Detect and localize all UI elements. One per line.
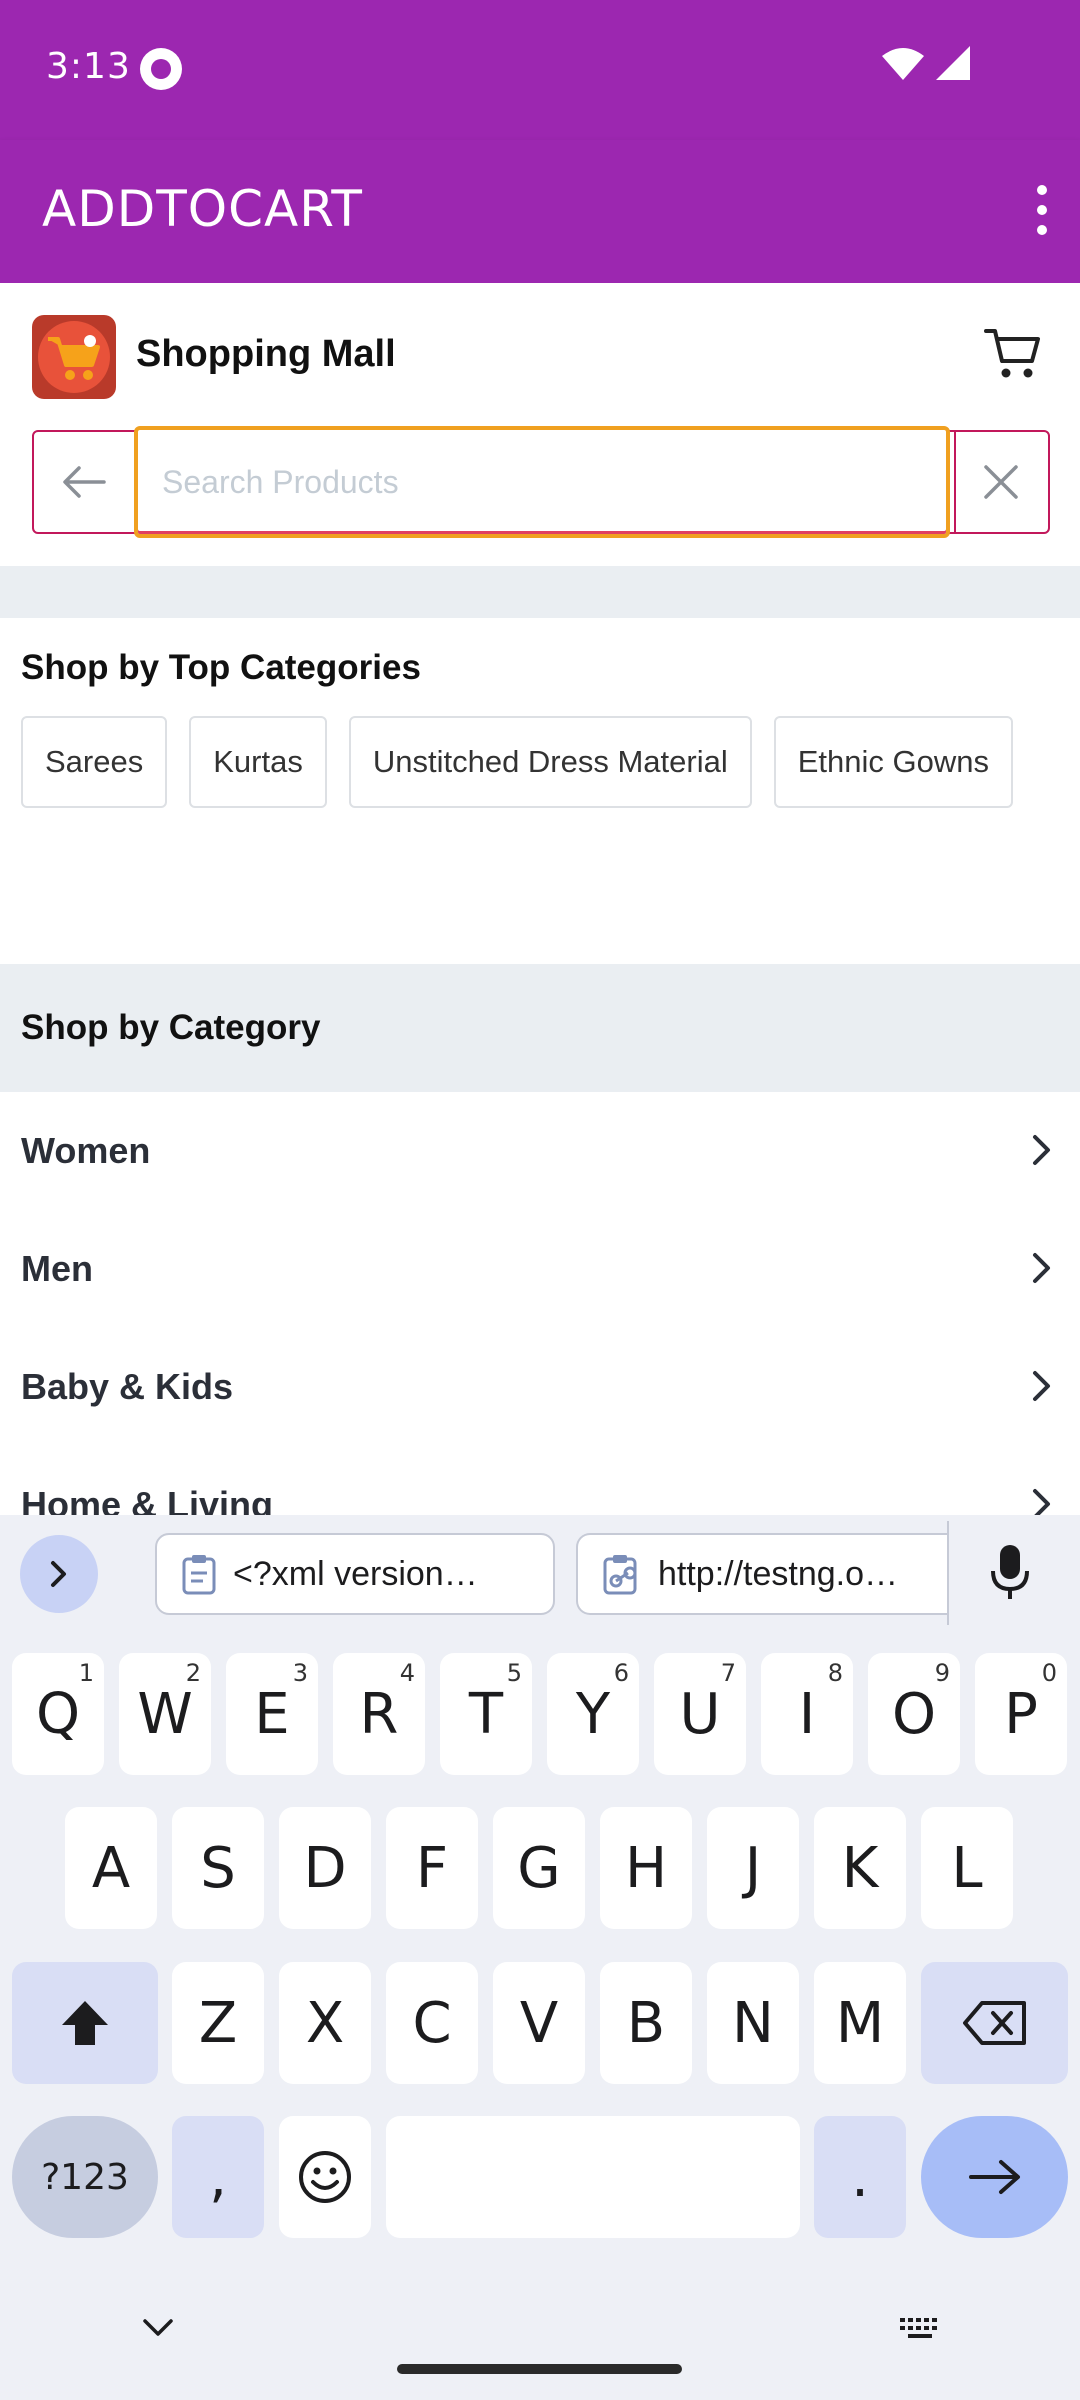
key-a[interactable]: A [65, 1807, 157, 1929]
enter-key[interactable] [921, 2116, 1068, 2238]
keyboard-suggestion-strip: <?xml version… http://testng.o… [0, 1515, 1080, 1631]
chip-unstitched-dress-material[interactable]: Unstitched Dress Material [348, 716, 752, 808]
top-categories-section: Shop by Top Categories Sarees Kurtas Uns… [0, 618, 1080, 964]
comma-key[interactable]: , [172, 2116, 264, 2238]
clipboard-icon [182, 1555, 216, 1595]
search-bar [32, 426, 1050, 538]
search-input[interactable] [134, 426, 950, 538]
chip-kurtas[interactable]: Kurtas [189, 716, 327, 808]
key-f[interactable]: F [386, 1807, 478, 1929]
key-i[interactable]: I8 [761, 1653, 853, 1775]
clipboard-suggestion[interactable]: http://testng.o… [576, 1533, 948, 1615]
chip-sarees[interactable]: Sarees [21, 716, 168, 808]
key-c[interactable]: C [386, 1962, 478, 2084]
key-x[interactable]: X [279, 1962, 371, 2084]
status-bar: 3:13 [0, 0, 1080, 140]
key-h[interactable]: H [600, 1807, 692, 1929]
key-d[interactable]: D [279, 1807, 371, 1929]
key-k[interactable]: K [814, 1807, 906, 1929]
section-divider [0, 566, 1080, 618]
close-icon[interactable] [954, 432, 1048, 532]
store-header: Shopping Mall [0, 283, 1080, 423]
chevron-right-icon [1033, 1135, 1050, 1165]
key-e[interactable]: E3 [226, 1653, 318, 1775]
top-categories-title: Shop by Top Categories [21, 648, 421, 687]
key-j[interactable]: J [707, 1807, 799, 1929]
status-time: 3:13 [46, 46, 131, 87]
category-item-baby-kids[interactable]: Baby & Kids [0, 1328, 1080, 1446]
status-icons [882, 46, 970, 80]
soft-keyboard: <?xml version… http://testng.o… Q1 W2 E3… [0, 1515, 1080, 2400]
backspace-key[interactable] [921, 1962, 1068, 2084]
emoji-key[interactable] [279, 2116, 371, 2238]
chip-ethnic-gowns[interactable]: Ethnic Gowns [773, 716, 1014, 808]
shift-key[interactable] [12, 1962, 158, 2084]
shift-icon [62, 2001, 108, 2045]
key-o[interactable]: O9 [868, 1653, 960, 1775]
category-label: Baby & Kids [21, 1366, 234, 1407]
app-bar: ADDTOCART [0, 140, 1080, 283]
hide-keyboard-icon[interactable] [142, 2318, 174, 2338]
cart-icon[interactable] [984, 327, 1042, 381]
clipboard-suggestion[interactable]: <?xml version… [155, 1533, 555, 1615]
gesture-nav-bar[interactable] [397, 2364, 682, 2374]
key-m[interactable]: M [814, 1962, 906, 2084]
chevron-right-icon [1033, 1371, 1050, 1401]
key-r[interactable]: R4 [333, 1653, 425, 1775]
key-u[interactable]: U7 [654, 1653, 746, 1775]
clipboard-text: http://testng.o… [658, 1554, 899, 1593]
key-q[interactable]: Q1 [12, 1653, 104, 1775]
category-section-title: Shop by Category [21, 1008, 321, 1047]
key-p[interactable]: P0 [975, 1653, 1067, 1775]
arrow-right-icon [968, 2160, 1020, 2194]
key-w[interactable]: W2 [119, 1653, 211, 1775]
key-n[interactable]: N [707, 1962, 799, 2084]
app-title: ADDTOCART [42, 180, 363, 238]
key-s[interactable]: S [172, 1807, 264, 1929]
sync-icon [140, 48, 182, 90]
category-label: Women [21, 1130, 151, 1171]
more-options-icon[interactable] [1012, 174, 1072, 246]
category-label: Men [21, 1248, 93, 1289]
signal-icon [936, 46, 970, 80]
wifi-icon [882, 48, 924, 80]
keyboard-switch-icon[interactable] [898, 2316, 942, 2342]
category-item-men[interactable]: Men [0, 1210, 1080, 1328]
expand-toolbar-icon[interactable] [20, 1535, 98, 1613]
category-item-women[interactable]: Women [0, 1092, 1080, 1210]
backspace-icon [962, 2001, 1026, 2045]
key-v[interactable]: V [493, 1962, 585, 2084]
key-l[interactable]: L [921, 1807, 1013, 1929]
key-g[interactable]: G [493, 1807, 585, 1929]
space-key[interactable] [386, 2116, 800, 2238]
store-logo [32, 315, 116, 399]
store-name: Shopping Mall [136, 333, 396, 375]
emoji-icon [299, 2151, 351, 2203]
category-header: Shop by Category [0, 964, 1080, 1092]
clipboard-link-icon [603, 1555, 637, 1595]
period-key[interactable]: . [814, 2116, 906, 2238]
key-b[interactable]: B [600, 1962, 692, 2084]
chevron-right-icon [1033, 1253, 1050, 1283]
key-y[interactable]: Y6 [547, 1653, 639, 1775]
category-chips: Sarees Kurtas Unstitched Dress Material … [21, 716, 1061, 808]
back-arrow-icon[interactable] [34, 432, 134, 532]
clipboard-text: <?xml version… [233, 1554, 478, 1593]
key-t[interactable]: T5 [440, 1653, 532, 1775]
microphone-icon[interactable] [990, 1543, 1030, 1603]
key-z[interactable]: Z [172, 1962, 264, 2084]
suggestion-divider [947, 1521, 949, 1625]
symbols-key[interactable]: ?123 [12, 2116, 158, 2238]
keyboard-nav-row [0, 2280, 1080, 2400]
category-list: Women Men Baby & Kids Home & Living [0, 1092, 1080, 1564]
